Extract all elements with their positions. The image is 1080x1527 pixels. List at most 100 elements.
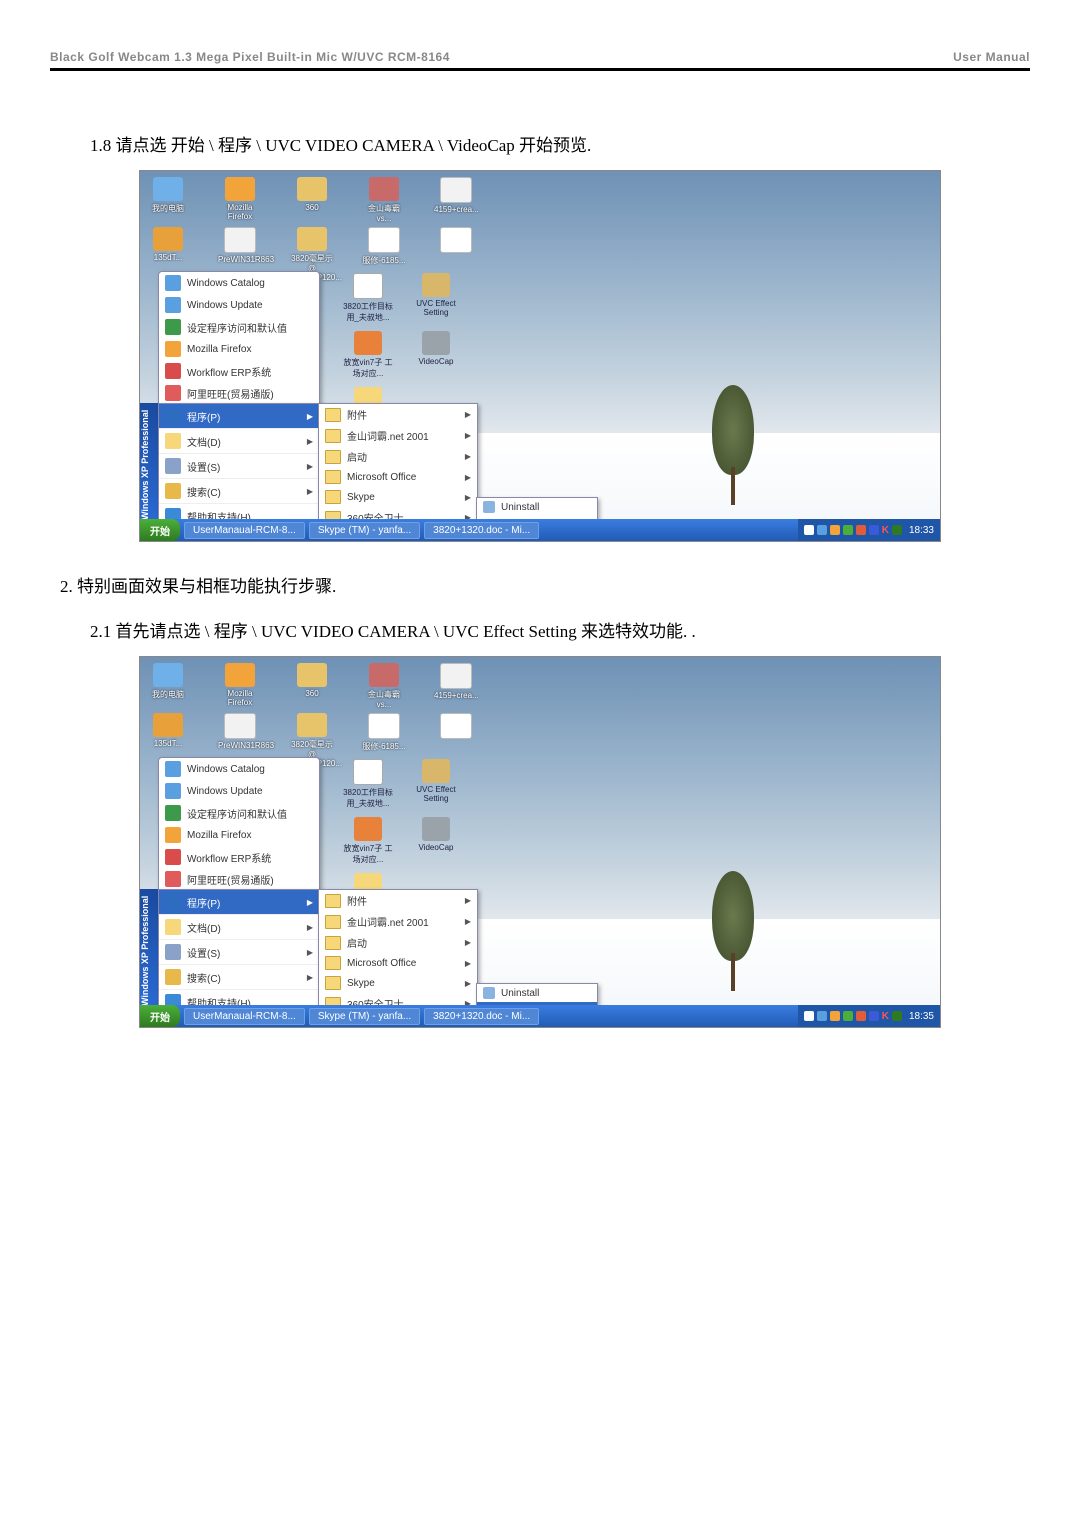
- start-item[interactable]: Mozilla Firefox: [159, 338, 319, 360]
- desktop-mid-icons: 3820工作目标 用_夫叔地... UVC Effect Setting 放宽v…: [340, 273, 464, 422]
- program-item[interactable]: 启动▶: [319, 932, 477, 953]
- tree: [716, 385, 750, 505]
- tray-icon[interactable]: [804, 1011, 814, 1021]
- tray-icon[interactable]: [817, 1011, 827, 1021]
- taskbar-button[interactable]: 3820+1320.doc - Mi...: [424, 522, 539, 539]
- mid-icon[interactable]: 放宽vin7子 工场对应...: [340, 331, 396, 379]
- desktop-icon[interactable]: 360: [290, 663, 334, 709]
- tray-icon[interactable]: [817, 525, 827, 535]
- program-item[interactable]: 附件▶: [319, 890, 477, 911]
- tray-k-icon[interactable]: K: [882, 1011, 889, 1022]
- program-item[interactable]: 启动▶: [319, 446, 477, 467]
- start-item[interactable]: Workflow ERP系统: [159, 360, 319, 382]
- start-item[interactable]: Windows Catalog: [159, 272, 319, 294]
- start-settings[interactable]: 设置(S)▶: [159, 453, 319, 478]
- desktop-icon-row1: 我的电脑 Mozilla Firefox 360 金山毒霸vs... 4159+…: [146, 663, 478, 709]
- tray-k-icon[interactable]: K: [882, 525, 889, 536]
- start-item[interactable]: Workflow ERP系统: [159, 846, 319, 868]
- desktop-icon[interactable]: 金山毒霸vs...: [362, 177, 406, 223]
- tray-icon[interactable]: [856, 525, 866, 535]
- desktop-icon[interactable]: 360: [290, 177, 334, 223]
- mid-icon[interactable]: 3820工作目标 用_夫叔地...: [340, 759, 396, 809]
- desktop-icon[interactable]: Mozilla Firefox: [218, 177, 262, 223]
- mid-icon[interactable]: VideoCap: [408, 331, 464, 379]
- chevron-right-icon: ▶: [307, 412, 313, 421]
- mid-icon[interactable]: UVC Effect Setting: [408, 759, 464, 809]
- screenshot-2: 我的电脑 Mozilla Firefox 360 金山毒霸vs... 4159+…: [139, 656, 941, 1028]
- start-programs[interactable]: 程序(P)▶: [159, 404, 319, 428]
- program-item[interactable]: 金山词霸.net 2001▶: [319, 911, 477, 932]
- mid-icon[interactable]: 3820工作目标 用_夫叔地...: [340, 273, 396, 323]
- header-left: Black Golf Webcam 1.3 Mega Pixel Built-i…: [50, 50, 450, 64]
- start-documents[interactable]: 文档(D)▶: [159, 914, 319, 939]
- desktop-icon[interactable]: 我的电脑: [146, 663, 190, 709]
- header-right: User Manual: [953, 50, 1030, 64]
- uvc-uninstall[interactable]: Uninstall: [477, 498, 597, 516]
- taskbar-button[interactable]: UserManaual-RCM-8...: [184, 522, 305, 539]
- tray-icon[interactable]: [830, 1011, 840, 1021]
- start-search[interactable]: 搜索(C)▶: [159, 478, 319, 503]
- section-2-1: 2.1 首先请点选 \ 程序 \ UVC VIDEO CAMERA \ UVC …: [90, 617, 1030, 642]
- tray-icon[interactable]: [843, 525, 853, 535]
- uvc-uninstall[interactable]: Uninstall: [477, 984, 597, 1002]
- program-item[interactable]: Microsoft Office▶: [319, 953, 477, 973]
- windows-xp-sidebar: Windows XP Professional: [140, 889, 158, 1017]
- chevron-right-icon: ▶: [307, 948, 313, 957]
- taskbar-button[interactable]: UserManaual-RCM-8...: [184, 1008, 305, 1025]
- desktop-icon-row1: 我的电脑 Mozilla Firefox 360 金山毒霸vs... 4159+…: [146, 177, 478, 223]
- program-item[interactable]: Microsoft Office▶: [319, 467, 477, 487]
- tray-icon[interactable]: [892, 525, 902, 535]
- start-search[interactable]: 搜索(C)▶: [159, 964, 319, 989]
- tray-icon[interactable]: [843, 1011, 853, 1021]
- taskbar: 开始 UserManaual-RCM-8... Skype (TM) - yan…: [140, 1005, 940, 1027]
- system-tray[interactable]: K 18:35: [798, 1005, 940, 1027]
- start-item[interactable]: 设定程序访问和默认值: [159, 802, 319, 824]
- mid-icon[interactable]: 放宽vin7子 工场对应...: [340, 817, 396, 865]
- system-tray[interactable]: K 18:33: [798, 519, 940, 541]
- start-item[interactable]: 阿里旺旺(贸易通版): [159, 868, 319, 890]
- tray-icon[interactable]: [869, 1011, 879, 1021]
- program-item[interactable]: 金山词霸.net 2001▶: [319, 425, 477, 446]
- chevron-right-icon: ▶: [307, 923, 313, 932]
- screenshot-1: 我的电脑 Mozilla Firefox 360 金山毒霸vs... 4159+…: [139, 170, 941, 542]
- program-item[interactable]: 附件▶: [319, 404, 477, 425]
- desktop-icon[interactable]: Mozilla Firefox: [218, 663, 262, 709]
- tray-icon[interactable]: [869, 525, 879, 535]
- desktop-mid-icons: 3820工作目标 用_夫叔地... UVC Effect Setting 放宽v…: [340, 759, 464, 908]
- clock: 18:33: [905, 525, 934, 536]
- program-item[interactable]: Skype▶: [319, 973, 477, 993]
- tree: [716, 871, 750, 991]
- chevron-right-icon: ▶: [307, 973, 313, 982]
- mid-icon[interactable]: UVC Effect Setting: [408, 273, 464, 323]
- desktop-icon[interactable]: 4159+crea...: [434, 177, 478, 223]
- section-2: 2. 特别画面效果与相框功能执行步骤.: [60, 572, 1030, 597]
- chevron-right-icon: ▶: [307, 898, 313, 907]
- start-item[interactable]: 阿里旺旺(贸易通版): [159, 382, 319, 404]
- section-1-8: 1.8 请点选 开始 \ 程序 \ UVC VIDEO CAMERA \ Vid…: [90, 131, 1030, 156]
- program-item[interactable]: Skype▶: [319, 487, 477, 507]
- mid-icon[interactable]: VideoCap: [408, 817, 464, 865]
- start-programs[interactable]: 程序(P)▶: [159, 890, 319, 914]
- taskbar-button[interactable]: Skype (TM) - yanfa...: [309, 1008, 420, 1025]
- chevron-right-icon: ▶: [307, 437, 313, 446]
- page-header: Black Golf Webcam 1.3 Mega Pixel Built-i…: [50, 50, 1030, 71]
- start-documents[interactable]: 文档(D)▶: [159, 428, 319, 453]
- start-item[interactable]: Windows Catalog: [159, 758, 319, 780]
- taskbar-button[interactable]: Skype (TM) - yanfa...: [309, 522, 420, 539]
- start-button[interactable]: 开始: [140, 519, 180, 541]
- start-settings[interactable]: 设置(S)▶: [159, 939, 319, 964]
- clock: 18:35: [905, 1011, 934, 1022]
- desktop-icon[interactable]: 金山毒霸vs...: [362, 663, 406, 709]
- start-item[interactable]: Windows Update: [159, 780, 319, 802]
- start-item[interactable]: 设定程序访问和默认值: [159, 316, 319, 338]
- desktop-icon[interactable]: 4159+crea...: [434, 663, 478, 709]
- tray-icon[interactable]: [804, 525, 814, 535]
- tray-icon[interactable]: [830, 525, 840, 535]
- start-item[interactable]: Windows Update: [159, 294, 319, 316]
- start-button[interactable]: 开始: [140, 1005, 180, 1027]
- tray-icon[interactable]: [892, 1011, 902, 1021]
- tray-icon[interactable]: [856, 1011, 866, 1021]
- taskbar-button[interactable]: 3820+1320.doc - Mi...: [424, 1008, 539, 1025]
- start-item[interactable]: Mozilla Firefox: [159, 824, 319, 846]
- desktop-icon[interactable]: 我的电脑: [146, 177, 190, 223]
